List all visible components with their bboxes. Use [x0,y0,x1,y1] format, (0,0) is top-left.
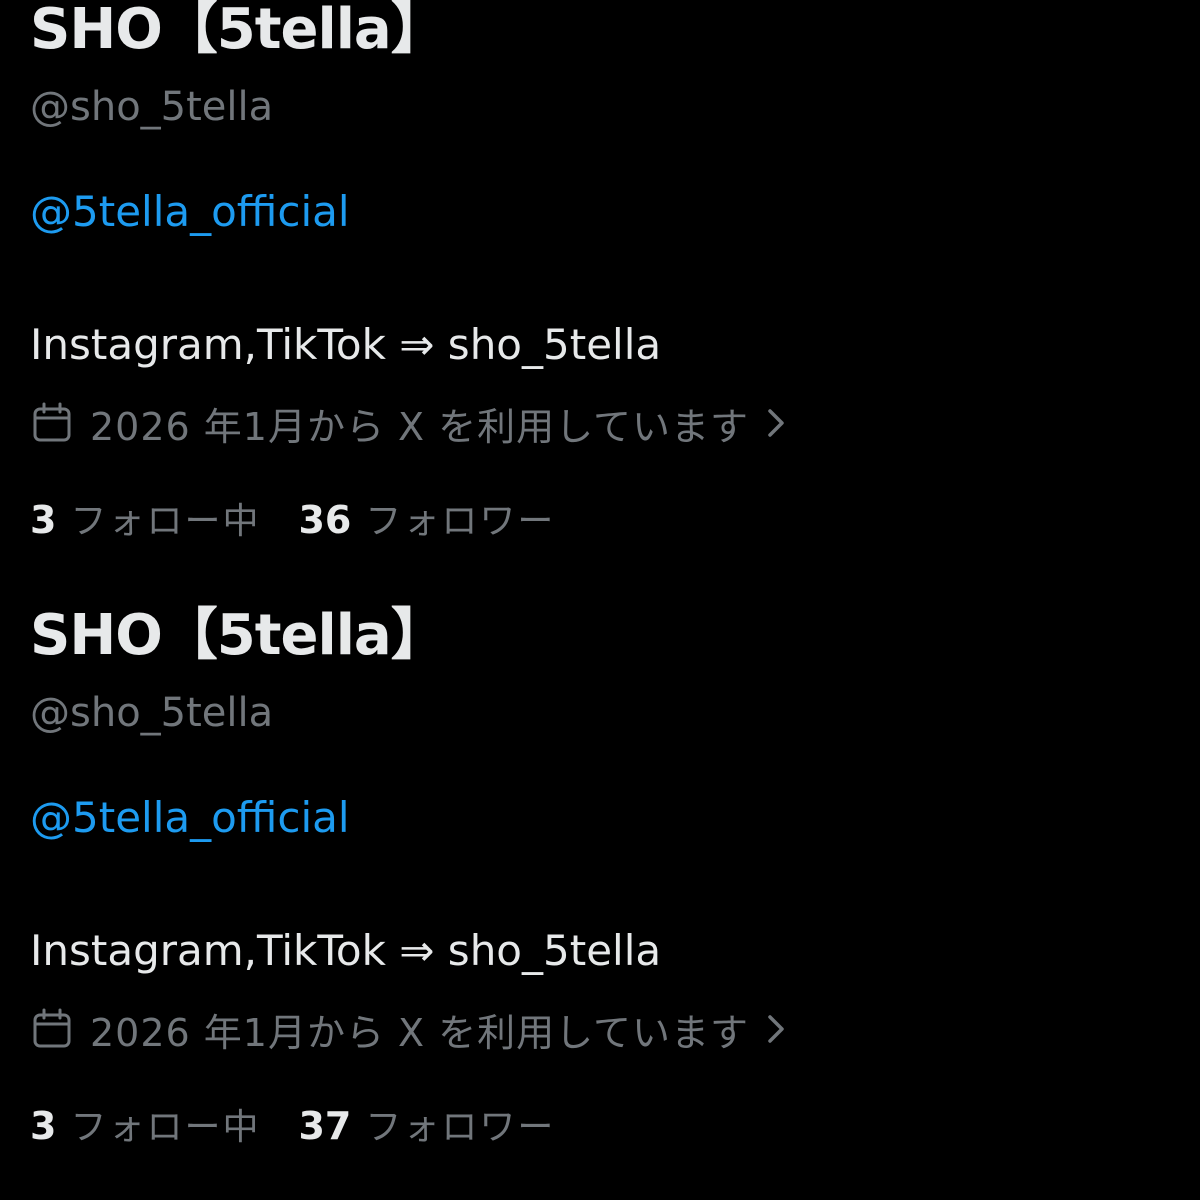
followers-stat[interactable]: 37 フォロワー [298,1098,555,1150]
chevron-right-icon [763,1011,789,1047]
following-stat[interactable]: 3 フォロー中 [30,492,260,544]
username-handle: @sho_5tella [30,84,274,130]
following-count: 3 [30,1104,57,1148]
mention-link[interactable]: @5tella_official [30,191,350,233]
calendar-icon [30,1007,74,1051]
display-name: SHO【5tella】 [30,603,447,668]
bio-text: Instagram,TikTok ⇒ sho_5tella [30,320,662,369]
display-name: SHO【5tella】 [30,0,447,62]
joined-date-row[interactable]: 2026 年1月から X を利用しています [30,1004,789,1055]
joined-date-row[interactable]: 2026 年1月から X を利用しています [30,398,789,449]
bio-text: Instagram,TikTok ⇒ sho_5tella [30,926,662,975]
following-label: フォロー中 [70,1107,261,1148]
followers-stat[interactable]: 36 フォロワー [298,492,555,544]
follow-stats: 3 フォロー中 36 フォロワー [30,492,555,544]
follow-stats: 3 フォロー中 37 フォロワー [30,1098,555,1150]
followers-count: 37 [298,1104,352,1148]
joined-date-text: 2026 年1月から X を利用しています [90,404,750,449]
username-handle: @sho_5tella [30,690,274,736]
followers-label: フォロワー [365,501,556,542]
calendar-icon [30,401,74,445]
chevron-right-icon [763,405,789,441]
joined-date-text: 2026 年1月から X を利用しています [90,1010,750,1055]
following-count: 3 [30,498,57,542]
profile-header-2: SHO【5tella】 @sho_5tella @5tella_official… [30,606,1170,1200]
mention-link[interactable]: @5tella_official [30,797,350,839]
following-label: フォロー中 [70,501,261,542]
profile-header-1: SHO【5tella】 @sho_5tella @5tella_official… [30,0,1170,600]
followers-label: フォロワー [365,1107,556,1148]
following-stat[interactable]: 3 フォロー中 [30,1098,260,1150]
followers-count: 36 [298,498,352,542]
